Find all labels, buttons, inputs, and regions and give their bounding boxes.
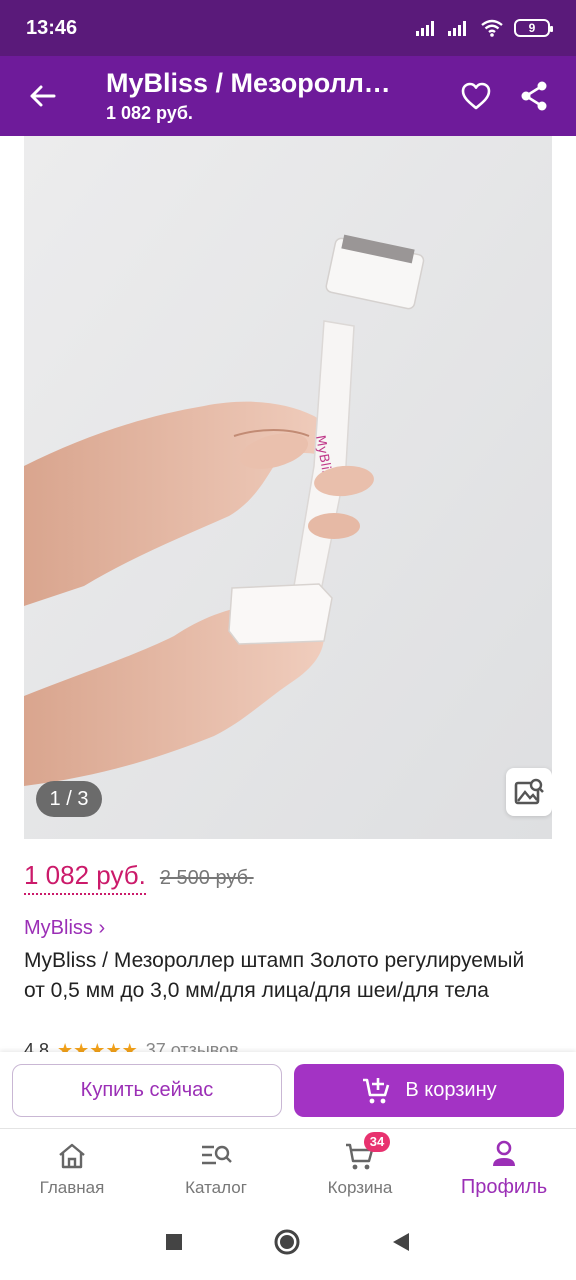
battery-icon: 9 (514, 19, 553, 37)
page-title: MyBliss / Мезороллер штамп Золото регули… (106, 68, 402, 98)
wifi-icon (480, 19, 504, 37)
old-price: 2 500 руб. (159, 867, 254, 889)
nav-label-cart: Корзина (327, 1177, 393, 1197)
find-similar-button[interactable] (506, 768, 552, 816)
status-time: 13:46 (26, 16, 78, 39)
title-block: MyBliss / Мезороллер штамп Золото регули… (84, 68, 460, 124)
price-row: 1 082 руб. 2 500 руб. (24, 860, 254, 895)
cart-badge: 34 (364, 1131, 390, 1152)
status-icons: 9 (416, 19, 553, 37)
heart-icon (461, 82, 491, 110)
nav-item-cart[interactable]: 34 Корзина (288, 1129, 432, 1208)
nav-item-catalog[interactable]: Каталог (144, 1129, 288, 1208)
back-system-button[interactable] (391, 1232, 411, 1257)
rating-row[interactable]: 4.8 ★★★★★ 37 отзывов (24, 1040, 239, 1052)
status-bar: 13:46 9 (0, 0, 576, 56)
square-icon (166, 1233, 182, 1250)
share-icon (521, 81, 547, 111)
favorite-button[interactable] (460, 81, 492, 111)
home-system-button[interactable] (273, 1228, 301, 1261)
cart-plus-icon (363, 1077, 390, 1103)
circle-icon (274, 1229, 300, 1254)
nav-item-profile[interactable]: Профиль (432, 1129, 576, 1208)
bottom-nav: Главная Каталог 34 Корзина Профиль (0, 1128, 576, 1208)
image-search-icon (514, 778, 544, 805)
review-count: 37 отзывов (145, 1040, 239, 1052)
add-to-cart-button[interactable]: В корзину (294, 1064, 564, 1117)
nav-label-profile: Профиль (460, 1176, 548, 1198)
app-actions (460, 80, 576, 112)
system-nav-bar (0, 1208, 576, 1280)
product-image-gallery[interactable]: MyBliss 1 / 3 (24, 136, 552, 839)
rating-stars-icon: ★★★★★ (57, 1040, 138, 1052)
add-to-cart-label: В корзину (405, 1079, 497, 1101)
profile-icon (489, 1138, 519, 1170)
action-bar: Купить сейчас В корзину (0, 1052, 576, 1128)
cart-icon: 34 (344, 1131, 390, 1172)
nav-item-home[interactable]: Главная (0, 1129, 144, 1208)
home-icon (57, 1140, 87, 1172)
back-button[interactable] (0, 56, 84, 136)
buy-now-button[interactable]: Купить сейчас (12, 1064, 282, 1117)
product-photo: MyBliss (24, 136, 552, 839)
current-price: 1 082 руб. (24, 860, 146, 895)
share-button[interactable] (518, 80, 550, 112)
recents-button[interactable] (165, 1233, 183, 1256)
catalog-search-icon (200, 1140, 232, 1172)
signal-icon (416, 20, 438, 36)
rating-value: 4.8 (24, 1040, 50, 1052)
product-title: MyBliss / Мезороллер штамп Золото регули… (24, 949, 525, 1002)
nav-label-home: Главная (39, 1177, 105, 1197)
triangle-back-icon (393, 1232, 409, 1251)
header-price: 1 082 руб. (106, 103, 193, 123)
nav-label-catalog: Каталог (185, 1177, 247, 1197)
app-bar: MyBliss / Мезороллер штамп Золото регули… (0, 56, 576, 136)
gallery-counter: 1 / 3 (36, 781, 102, 817)
signal-icon (448, 20, 470, 36)
arrow-left-icon (30, 85, 56, 107)
brand-link[interactable]: MyBliss › (24, 917, 105, 940)
